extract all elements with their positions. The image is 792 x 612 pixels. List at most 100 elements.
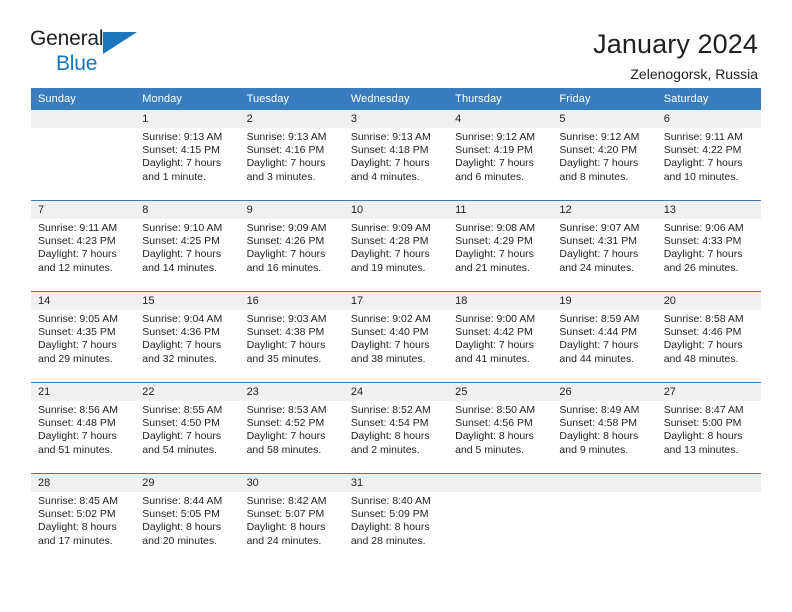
day-cell-21[interactable]: 21 Sunrise: 8:56 AM Sunset: 4:48 PM Dayligh… — [31, 383, 136, 473]
weekday-header-thursday: Thursday — [448, 88, 553, 110]
day-cell-18[interactable]: 18 Sunrise: 9:00 AM Sunset: 4:42 PM Dayligh… — [448, 292, 553, 382]
day-cell-25[interactable]: 25 Sunrise: 8:50 AM Sunset: 4:56 PM Dayligh… — [448, 383, 553, 473]
daylight-duration-line1: Daylight: 7 hours — [663, 248, 743, 261]
day-cell-20[interactable]: 20 Sunrise: 8:58 AM Sunset: 4:46 PM Dayligh… — [656, 292, 761, 382]
daylight-duration-line1: Daylight: 7 hours — [350, 157, 430, 170]
sunset-time: Sunset: 4:56 PM — [455, 417, 533, 430]
day-number: 13 — [656, 201, 761, 219]
title-block: January 2024 Zelenogorsk, Russia — [593, 28, 758, 84]
daylight-duration-line2: and 41 minutes. — [455, 352, 530, 365]
calendar-day-cell: 21 Sunrise: 8:56 AM Sunset: 4:48 PM Dayligh… — [31, 382, 136, 474]
day-cell-27[interactable]: 27 Sunrise: 8:47 AM Sunset: 5:00 PM Dayligh… — [656, 383, 761, 473]
sunrise-time: Sunrise: 9:11 AM — [663, 131, 743, 143]
day-number: 18 — [448, 292, 553, 310]
sunrise-time: Sunrise: 9:02 AM — [350, 313, 431, 325]
calendar-day-cell: 26 Sunrise: 8:49 AM Sunset: 4:58 PM Dayligh… — [552, 382, 657, 474]
day-number: 11 — [448, 201, 553, 219]
calendar-week-row: 28 Sunrise: 8:45 AM Sunset: 5:02 PM Dayligh… — [31, 473, 761, 564]
daylight-duration-line2: and 1 minute. — [142, 170, 206, 183]
sunrise-time: Sunrise: 8:53 AM — [246, 404, 327, 416]
day-cell-17[interactable]: 17 Sunrise: 9:02 AM Sunset: 4:40 PM Dayligh… — [343, 292, 449, 382]
day-cell-31[interactable]: 31 Sunrise: 8:40 AM Sunset: 5:09 PM Dayligh… — [343, 474, 449, 564]
day-cell-23[interactable]: 23 Sunrise: 8:53 AM Sunset: 4:52 PM Dayligh… — [239, 383, 344, 473]
day-details: Sunrise: 9:12 AM Sunset: 4:19 PM Daylight:… — [448, 128, 552, 184]
calendar-day-cell: 7 Sunrise: 9:11 AM Sunset: 4:23 PM Daylight… — [31, 200, 136, 292]
day-cell-12[interactable]: 12 Sunrise: 9:07 AM Sunset: 4:31 PM Dayligh… — [552, 201, 657, 291]
sunrise-time: Sunrise: 9:07 AM — [559, 222, 640, 234]
calendar-day-cell: 10 Sunrise: 9:09 AM Sunset: 4:28 PM Dayligh… — [343, 200, 449, 292]
day-cell-11[interactable]: 11 Sunrise: 9:08 AM Sunset: 4:29 PM Dayligh… — [448, 201, 553, 291]
sunrise-time: Sunrise: 8:50 AM — [455, 404, 536, 416]
day-cell-4[interactable]: 4 Sunrise: 9:12 AM Sunset: 4:19 PM Daylight… — [448, 110, 553, 200]
daylight-duration-line1: Daylight: 7 hours — [142, 157, 222, 170]
day-cell-6[interactable]: 6 Sunrise: 9:11 AM Sunset: 4:22 PM Daylight… — [656, 110, 761, 200]
daylight-duration-line1: Daylight: 7 hours — [350, 339, 430, 352]
calendar-day-cell — [448, 473, 553, 564]
calendar-body: 1 Sunrise: 9:13 AM Sunset: 4:15 PM Daylight… — [31, 110, 761, 564]
day-details: Sunrise: 9:10 AM Sunset: 4:25 PM Daylight:… — [135, 219, 239, 275]
daylight-duration-line1: Daylight: 8 hours — [350, 521, 430, 534]
daylight-duration-line1: Daylight: 7 hours — [559, 248, 639, 261]
daylight-duration-line1: Daylight: 7 hours — [38, 430, 117, 443]
day-cell-26[interactable]: 26 Sunrise: 8:49 AM Sunset: 4:58 PM Dayligh… — [552, 383, 657, 473]
day-number: 27 — [656, 383, 761, 401]
day-cell-24[interactable]: 24 Sunrise: 8:52 AM Sunset: 4:54 PM Dayligh… — [343, 383, 449, 473]
daylight-duration-line1: Daylight: 7 hours — [38, 248, 117, 261]
daylight-duration-line1: Daylight: 7 hours — [663, 157, 743, 170]
day-cell-28[interactable]: 28 Sunrise: 8:45 AM Sunset: 5:02 PM Dayligh… — [31, 474, 136, 564]
day-cell-5[interactable]: 5 Sunrise: 9:12 AM Sunset: 4:20 PM Daylight… — [552, 110, 657, 200]
day-cell-30[interactable]: 30 Sunrise: 8:42 AM Sunset: 5:07 PM Dayligh… — [239, 474, 344, 564]
sunrise-time: Sunrise: 9:09 AM — [246, 222, 327, 234]
daylight-duration-line2: and 16 minutes. — [246, 261, 322, 274]
day-cell-3[interactable]: 3 Sunrise: 9:13 AM Sunset: 4:18 PM Daylight… — [343, 110, 449, 200]
day-details: Sunrise: 9:04 AM Sunset: 4:36 PM Daylight:… — [135, 310, 239, 366]
calendar-day-cell: 12 Sunrise: 9:07 AM Sunset: 4:31 PM Dayligh… — [552, 200, 657, 292]
day-cell-22[interactable]: 22 Sunrise: 8:55 AM Sunset: 4:50 PM Dayligh… — [135, 383, 240, 473]
sunrise-time: Sunrise: 9:10 AM — [142, 222, 223, 234]
daylight-duration-line1: Daylight: 7 hours — [142, 339, 222, 352]
sunset-time: Sunset: 4:15 PM — [142, 144, 220, 157]
calendar-day-cell: 1 Sunrise: 9:13 AM Sunset: 4:15 PM Daylight… — [135, 110, 240, 201]
sunrise-time: Sunrise: 9:12 AM — [559, 131, 640, 143]
day-cell-1[interactable]: 1 Sunrise: 9:13 AM Sunset: 4:15 PM Daylight… — [135, 110, 240, 200]
sunrise-time: Sunrise: 8:56 AM — [38, 404, 118, 416]
calendar-day-cell — [31, 110, 136, 201]
calendar-day-cell: 30 Sunrise: 8:42 AM Sunset: 5:07 PM Dayligh… — [239, 473, 344, 564]
calendar-day-cell: 9 Sunrise: 9:09 AM Sunset: 4:26 PM Daylight… — [239, 200, 344, 292]
sunrise-time: Sunrise: 8:45 AM — [38, 495, 118, 507]
day-cell-13[interactable]: 13 Sunrise: 9:06 AM Sunset: 4:33 PM Dayligh… — [656, 201, 761, 291]
day-details: Sunrise: 9:00 AM Sunset: 4:42 PM Daylight:… — [448, 310, 552, 366]
sunrise-time: Sunrise: 9:03 AM — [246, 313, 327, 325]
general-blue-logo[interactable]: General Blue — [30, 28, 160, 76]
day-cell-15[interactable]: 15 Sunrise: 9:04 AM Sunset: 4:36 PM Dayligh… — [135, 292, 240, 382]
sunset-time: Sunset: 4:44 PM — [559, 326, 638, 339]
day-number: 15 — [135, 292, 240, 310]
day-cell-empty — [448, 474, 553, 564]
day-cell-9[interactable]: 9 Sunrise: 9:09 AM Sunset: 4:26 PM Daylight… — [239, 201, 344, 291]
day-cell-16[interactable]: 16 Sunrise: 9:03 AM Sunset: 4:38 PM Dayligh… — [239, 292, 344, 382]
day-cell-8[interactable]: 8 Sunrise: 9:10 AM Sunset: 4:25 PM Daylight… — [135, 201, 240, 291]
day-cell-empty — [656, 474, 761, 564]
triangle-icon — [103, 32, 137, 54]
sunset-time: Sunset: 5:09 PM — [350, 508, 429, 521]
sunset-time: Sunset: 4:25 PM — [142, 235, 220, 248]
day-cell-2[interactable]: 2 Sunrise: 9:13 AM Sunset: 4:16 PM Daylight… — [239, 110, 344, 200]
day-cell-14[interactable]: 14 Sunrise: 9:05 AM Sunset: 4:35 PM Dayligh… — [31, 292, 136, 382]
sunrise-time: Sunrise: 8:47 AM — [663, 404, 744, 416]
day-cell-29[interactable]: 29 Sunrise: 8:44 AM Sunset: 5:05 PM Dayligh… — [135, 474, 240, 564]
day-details: Sunrise: 9:11 AM Sunset: 4:22 PM Daylight:… — [657, 128, 761, 184]
sunrise-time: Sunrise: 8:44 AM — [142, 495, 223, 507]
sunset-time: Sunset: 4:38 PM — [246, 326, 325, 339]
sunset-time: Sunset: 5:00 PM — [663, 417, 742, 430]
sunrise-time: Sunrise: 8:52 AM — [350, 404, 431, 416]
day-cell-7[interactable]: 7 Sunrise: 9:11 AM Sunset: 4:23 PM Daylight… — [31, 201, 136, 291]
day-cell-19[interactable]: 19 Sunrise: 8:59 AM Sunset: 4:44 PM Dayligh… — [552, 292, 657, 382]
day-number: 1 — [135, 110, 240, 128]
day-number — [552, 474, 657, 492]
sunset-time: Sunset: 4:42 PM — [455, 326, 533, 339]
day-details: Sunrise: 9:11 AM Sunset: 4:23 PM Daylight:… — [31, 219, 135, 275]
sunrise-sunset-calendar: Sunday Monday Tuesday Wednesday Thursday… — [31, 88, 761, 564]
day-cell-10[interactable]: 10 Sunrise: 9:09 AM Sunset: 4:28 PM Dayligh… — [343, 201, 449, 291]
day-details: Sunrise: 8:59 AM Sunset: 4:44 PM Daylight:… — [552, 310, 656, 366]
daylight-duration-line2: and 21 minutes. — [455, 261, 530, 274]
